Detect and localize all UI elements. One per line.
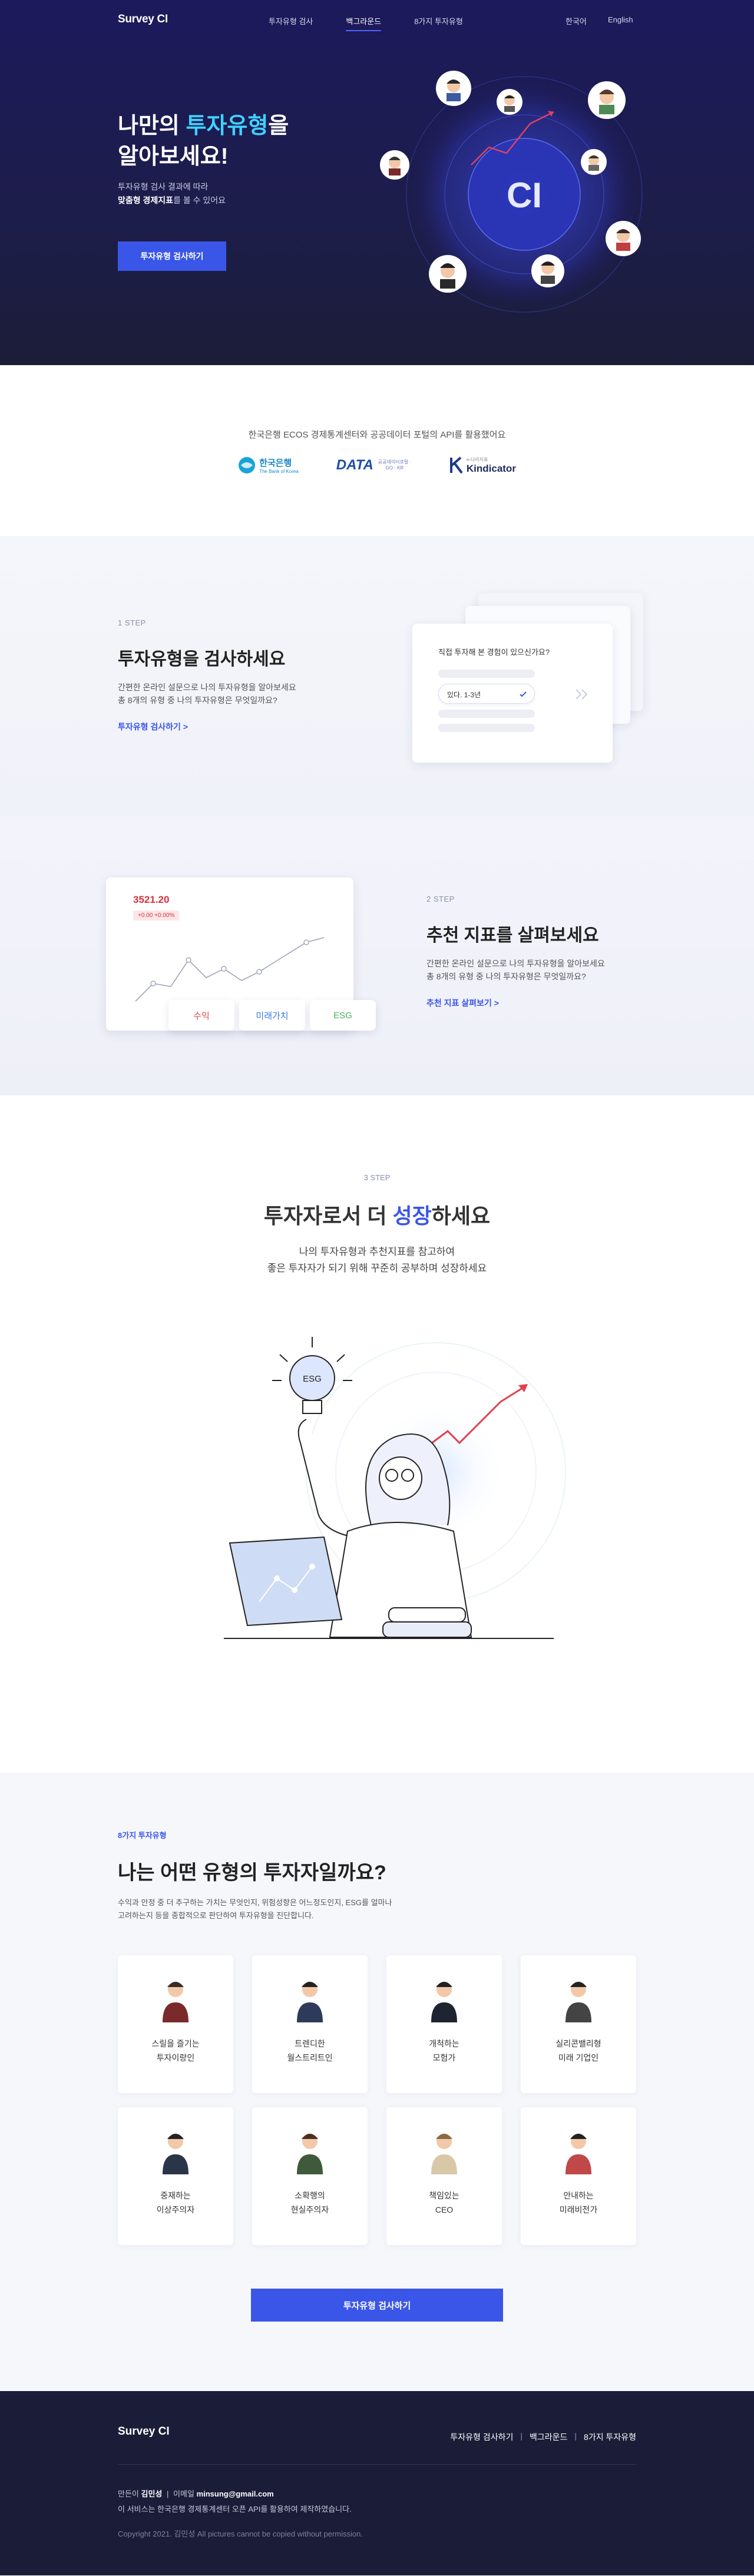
investor-types-section: 8가지 투자유형 나는 어떤 유형의 투자자일까요? 수익과 안정 중 더 추구… [0,1773,754,2391]
footer-copyright: Copyright 2021. 김민성 All pictures cannot … [118,2529,363,2538]
footer-link-types[interactable]: 8가지 투자유형 [584,2431,636,2443]
bank-of-korea-logo: 한국은행 The Bank of Korea [238,455,299,476]
footer: Survey CI 투자유형 검사하기 | 백그라운드 | 8가지 투자유형 만… [0,2391,754,2575]
start-survey-button[interactable]: 투자유형 검사하기 [118,241,226,271]
lang-english[interactable]: English [608,15,633,24]
step2-label: 2 STEP [426,895,455,903]
survey-option-selected[interactable]: 있다. 1-3년 [438,684,535,704]
step2-section: 3521.20 +0.00 +0.00% 수익 미래가치 ESG 2 STEP … [0,816,754,1095]
ceo-avatar-icon [431,2134,457,2174]
footer-link-background[interactable]: 백그라운드 [530,2431,567,2443]
step3-section: 3 STEP 투자자로서 더 성장하세요 나의 투자유형과 추천지표를 참고하여… [0,1095,754,1773]
footer-info: 만든이 김민성 | 이메일 minsung@gmail.com 이 서비스는 한… [118,2489,352,2514]
step2-title: 추천 지표를 살펴보세요 [426,926,599,945]
type-card[interactable]: 스릴을 즐기는 투자이랑인 [118,1955,233,2093]
hero-section: Survey CI 투자유형 검사 백그라운드 8가지 투자유형 한국어 Eng… [0,0,754,365]
ci-emblem-text: CI [507,176,542,215]
footer-link-survey[interactable]: 투자유형 검사하기 [450,2431,513,2443]
footer-menu: 투자유형 검사하기 | 백그라운드 | 8가지 투자유형 [450,2431,636,2443]
thrill-seeker-avatar-icon [163,1982,188,2022]
avatar-icon-7 [429,255,467,293]
nav-link-background[interactable]: 백그라운드 [346,15,382,31]
hero-subtitle: 투자유형 검사 결과에 따라 맞춤형 경제지표를 볼 수 있어요 [118,182,226,205]
step3-description: 나의 투자유형과 추천지표를 참고하여 좋은 투자자가 되기 위해 꾸준히 공부하… [267,1246,487,1274]
avatar-icon-4 [380,150,409,180]
types-description: 수익과 안정 중 더 추구하는 가치는 무엇인지, 위험성향은 어느정도인지, … [118,1898,392,1920]
kindicator-logo: e-나라지표 Kindicator [449,455,516,476]
site-logo[interactable]: Survey CI [118,13,168,26]
type-card[interactable]: 책임있는 CEO [386,2107,502,2245]
type-card[interactable]: 실리콘밸리형 미래 기업인 [521,1955,636,2093]
bok-emblem-icon [239,457,256,474]
line-chart-graphic [135,937,325,1002]
nav-link-types[interactable]: 8가지 투자유형 [414,15,463,31]
nav-menu: 투자유형 검사 백그라운드 8가지 투자유형 [269,15,496,31]
type-card[interactable]: 중재하는 이상주의자 [118,2107,233,2245]
svg-text:ESG: ESG [303,1374,322,1384]
check-icon [520,691,527,697]
step2-description: 간편한 온라인 설문으로 나의 투자유형을 알아보세요 총 8개의 유형 중 나의… [426,959,605,981]
chart-value: 3521.20 [133,894,170,905]
avatar-icon-2 [497,89,522,115]
step1-label: 1 STEP [118,618,146,627]
type-card[interactable]: 트렌디한 월스트리트인 [252,1955,368,2093]
survey-question-card: 직접 투자해 본 경험이 있으신가요? 있다. 1-3년 [412,624,613,763]
partners-section: 한국은행 ECOS 경제통계센터와 공공데이터 포털의 API를 활용했어요 한… [0,365,754,536]
type-card[interactable]: 소확행의 현실주의자 [252,2107,368,2245]
growth-investor-illustration: ESG [224,1337,566,1639]
realist-avatar-icon [297,2134,323,2174]
survey-card-illustration: 직접 투자해 본 경험이 있으신가요? 있다. 1-3년 [412,593,648,770]
data-go-kr-logo: DATA 공공데이터포털 · GO · KR [336,457,412,473]
avatar-icon-3 [588,81,626,119]
laptop-icon [229,1536,343,1627]
step3-label: 3 STEP [363,1173,391,1182]
chip-profit[interactable]: 수익 [168,1000,234,1031]
partner-logos: 한국은행 The Bank of Korea DATA 공공데이터포털 · GO… [0,455,754,476]
double-chevron-right-icon [576,689,588,700]
avatar-icon-8 [531,254,564,287]
idealist-avatar-icon [163,2134,188,2174]
step1-link[interactable]: 투자유형 검사하기 > [118,721,188,733]
type-card[interactable]: 개척하는 모험가 [386,1955,502,2093]
nav-link-survey[interactable]: 투자유형 검사 [269,15,313,31]
chart-change-badge: +0.00 +0.00% [133,910,180,921]
avatar-icon-6 [606,221,641,256]
avatar-icon-1 [436,71,471,106]
type-card-grid: 스릴을 즐기는 투자이랑인 트렌디한 월스트리트인 개척하는 모험가 실리콘밸리… [118,1955,636,2245]
kindicator-k-icon [449,456,463,474]
step3-title: 투자자로서 더 성장하세요 [263,1204,491,1228]
step2-link[interactable]: 추천 지표 살펴보기 > [426,997,499,1009]
step1-section: 1 STEP 투자유형을 검사하세요 간편한 온라인 설문으로 나의 투자유형을… [0,536,754,816]
avatar-icon-5 [581,149,607,175]
footer-divider [118,2464,636,2465]
step1-title: 투자유형을 검사하세요 [118,650,286,669]
books-icon [382,1607,472,1638]
footer-logo[interactable]: Survey CI [118,2425,170,2438]
types-title: 나는 어떤 유형의 투자자일까요? [118,1862,386,1884]
type-card[interactable]: 안내하는 미래비전가 [521,2107,636,2245]
wall-street-avatar-icon [297,1982,323,2022]
chip-future-value[interactable]: 미래가치 [239,1000,305,1031]
top-nav: Survey CI 투자유형 검사 백그라운드 8가지 투자유형 한국어 Eng… [0,0,754,40]
footer-email[interactable]: minsung@gmail.com [197,2489,274,2498]
chip-esg[interactable]: ESG [310,1000,376,1031]
hero-title: 나만의 투자유형을 알아보세요! [118,114,289,169]
partners-description: 한국은행 ECOS 경제통계센터와 공공데이터 포털의 API를 활용했어요 [248,430,506,440]
pioneer-avatar-icon [431,1982,457,2022]
types-start-survey-button[interactable]: 투자유형 검사하기 [251,2289,503,2322]
visionary-avatar-icon [566,2134,591,2174]
survey-question-text: 직접 투자해 본 경험이 있으신가요? [438,648,550,657]
lang-korean[interactable]: 한국어 [566,15,587,27]
hero-illustration: CI [380,71,643,313]
types-label: 8가지 투자유형 [118,1831,167,1840]
lightbulb-icon: ESG [272,1337,352,1414]
silicon-valley-avatar-icon [566,1982,591,2022]
step1-description: 간편한 온라인 설문으로 나의 투자유형을 알아보세요 총 8개의 유형 중 나의… [118,683,296,705]
